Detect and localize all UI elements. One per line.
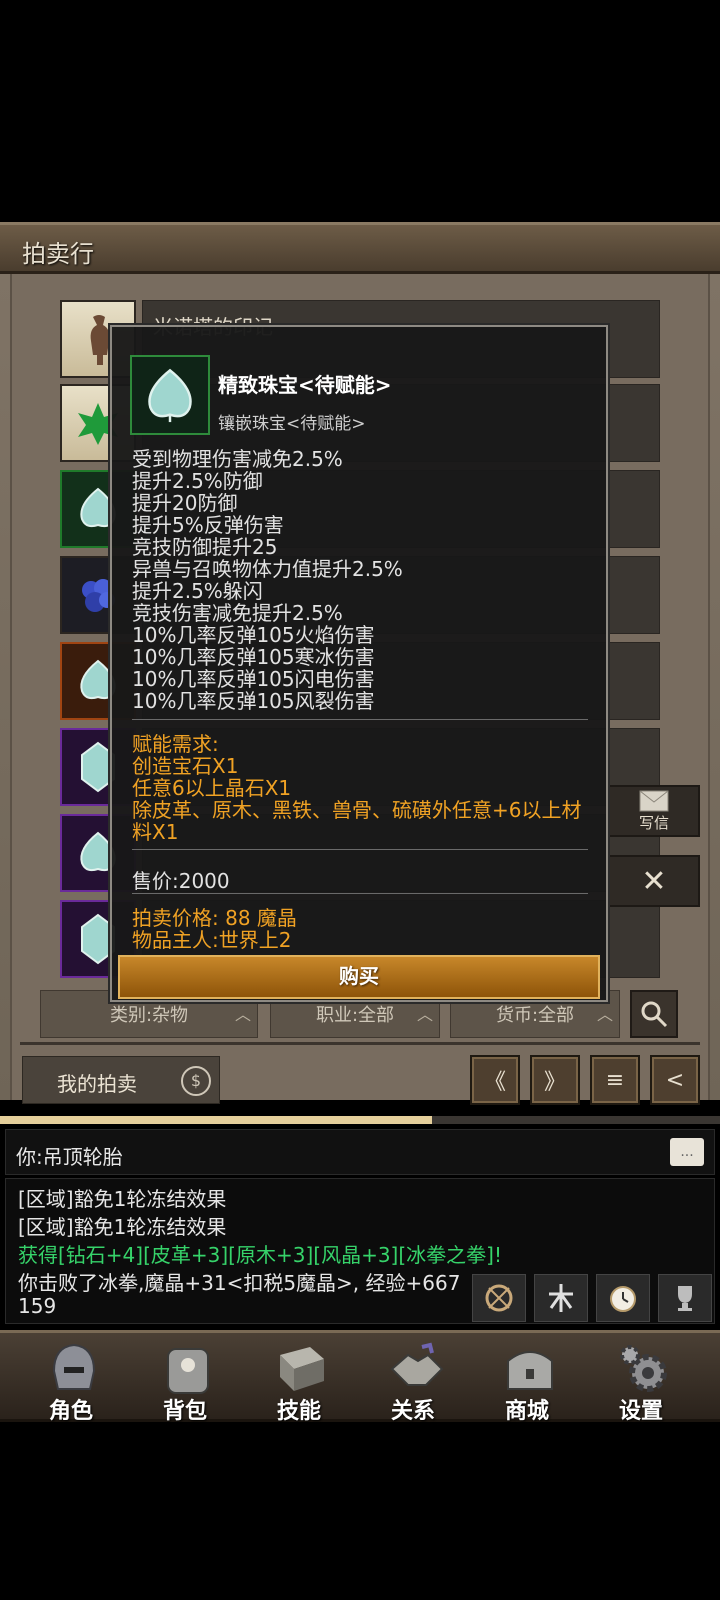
stat-line: 10%几率反弹105风裂伤害 [132, 689, 375, 713]
close-button[interactable]: ✕ [608, 855, 700, 907]
nav-label: 关系 [390, 1399, 435, 1424]
nav-shop[interactable]: 商城 [472, 1333, 582, 1424]
item-name: 精致珠宝<待赋能> [218, 373, 392, 397]
stat-line: 提升2.5%躲闪 [132, 579, 263, 603]
chat-input-text: 你:吊顶轮胎 [16, 1145, 123, 1169]
refresh-icon: ≡ [605, 1067, 625, 1093]
stat-line: 异兽与召唤物体力值提升2.5% [132, 557, 403, 581]
profession-filter-label: 职业:全部 [315, 1005, 395, 1026]
experience-progress-bar [0, 1116, 720, 1124]
double-right-icon: 》 [543, 1070, 566, 1095]
chevron-up-icon: ︿ [596, 1005, 613, 1024]
buy-button[interactable]: 购买 [118, 955, 600, 999]
divider [132, 719, 588, 720]
tree-icon[interactable] [534, 1274, 588, 1322]
divider [132, 849, 588, 850]
chat-bubble-icon[interactable]: ... [670, 1138, 704, 1166]
next-page-button[interactable]: 》 [530, 1055, 580, 1105]
stat-line: 10%几率反弹105火焰伤害 [132, 623, 375, 647]
nav-relations[interactable]: 关系 [358, 1333, 468, 1424]
chat-line: 获得[钻石+4][皮革+3][原木+3][风晶+3][冰拳之拳]! [18, 1243, 502, 1267]
progress-fill [0, 1116, 432, 1124]
category-filter-label: 类别:杂物 [109, 1005, 189, 1026]
handshake-icon [390, 1342, 444, 1386]
double-left-icon: 《 [483, 1070, 506, 1095]
write-letter-label: 写信 [638, 813, 669, 832]
compass-icon[interactable] [472, 1274, 526, 1322]
clock-icon[interactable] [596, 1274, 650, 1322]
requirement-line: 赋能需求: [132, 732, 219, 756]
nav-label: 商城 [504, 1399, 549, 1424]
stat-line: 10%几率反弹105闪电伤害 [132, 667, 375, 691]
spellbook-icon [280, 1347, 324, 1391]
nav-settings[interactable]: 设置 [586, 1333, 696, 1424]
currency-filter-label: 货币:全部 [495, 1005, 575, 1026]
auction-info: 拍卖价格: 88 魔晶 物品主人:世界上2 [132, 907, 297, 951]
my-auction-label: 我的拍卖 [57, 1072, 137, 1096]
auction-house-header: 拍卖行 [0, 222, 720, 274]
backpack-icon [167, 1348, 209, 1394]
stat-line: 提升20防御 [132, 491, 238, 515]
chevron-up-icon: ︿ [416, 1005, 433, 1024]
helmet-icon [52, 1343, 96, 1390]
chest-icon [507, 1351, 553, 1390]
auction-price: 拍卖价格: 88 魔晶 [132, 906, 297, 930]
nav-character[interactable]: 角色 [16, 1333, 126, 1424]
close-icon: ✕ [641, 863, 667, 899]
divider [20, 1042, 700, 1045]
item-subtitle: 镶嵌珠宝<待赋能> [218, 414, 366, 434]
nav-skills[interactable]: 技能 [244, 1333, 354, 1424]
back-button[interactable]: < [650, 1055, 700, 1105]
divider [132, 893, 588, 894]
requirement-line: 除皮革、原木、黑铁、兽骨、硫磺外任意+6以上材料X1 [132, 798, 582, 844]
my-auction-button[interactable]: 我的拍卖 $ [22, 1056, 220, 1104]
stat-line: 竞技防御提升25 [132, 535, 278, 559]
search-icon [641, 1001, 668, 1028]
write-letter-button[interactable]: 写信 [608, 785, 700, 837]
jewel-spade-icon [130, 355, 210, 435]
requirement-line: 任意6以上晶石X1 [132, 776, 292, 800]
item-stats: 受到物理伤害减免2.5% 提升2.5%防御 提升20防御 提升5%反弹伤害 竞技… [132, 448, 403, 712]
trophy-icon[interactable] [658, 1274, 712, 1322]
chat-line: [区域]豁免1轮冻结效果 [18, 1215, 227, 1239]
nav-backpack[interactable]: 背包 [130, 1333, 240, 1424]
stat-line: 10%几率反弹105寒冰伤害 [132, 645, 375, 669]
stat-line: 提升5%反弹伤害 [132, 513, 284, 537]
chevron-up-icon: ︿ [234, 1005, 251, 1024]
letter-icon [639, 790, 669, 811]
stat-line: 受到物理伤害减免2.5% [132, 447, 343, 471]
nav-label: 设置 [618, 1399, 663, 1424]
first-page-button[interactable]: 《 [470, 1055, 520, 1105]
refresh-button[interactable]: ≡ [590, 1055, 640, 1105]
bottom-navigation: 角色 背包 技能 关系 商城 设置 [0, 1330, 720, 1424]
nav-label: 角色 [48, 1399, 93, 1424]
requirement-line: 创造宝石X1 [132, 754, 239, 778]
coin-icon: $ [181, 1066, 211, 1096]
back-icon: < [665, 1067, 685, 1093]
chat-input[interactable]: 你:吊顶轮胎 ... [5, 1129, 715, 1175]
chat-tool-icons [472, 1274, 712, 1322]
search-button[interactable] [630, 990, 678, 1038]
item-owner: 物品主人:世界上2 [132, 928, 292, 952]
empower-requirements: 赋能需求: 创造宝石X1 任意6以上晶石X1 除皮革、原木、黑铁、兽骨、硫磺外任… [132, 733, 582, 843]
stat-line: 提升2.5%防御 [132, 469, 263, 493]
nav-label: 技能 [276, 1399, 321, 1424]
sell-price: 售价:2000 [132, 869, 230, 893]
item-tooltip: 精致珠宝<待赋能> 镶嵌珠宝<待赋能> 受到物理伤害减免2.5% 提升2.5%防… [110, 325, 608, 1002]
gear-icon [620, 1345, 667, 1392]
nav-label: 背包 [162, 1399, 207, 1424]
page-title: 拍卖行 [22, 240, 94, 268]
stat-line: 竞技伤害减免提升2.5% [132, 601, 343, 625]
chat-line: [区域]豁免1轮冻结效果 [18, 1187, 227, 1211]
